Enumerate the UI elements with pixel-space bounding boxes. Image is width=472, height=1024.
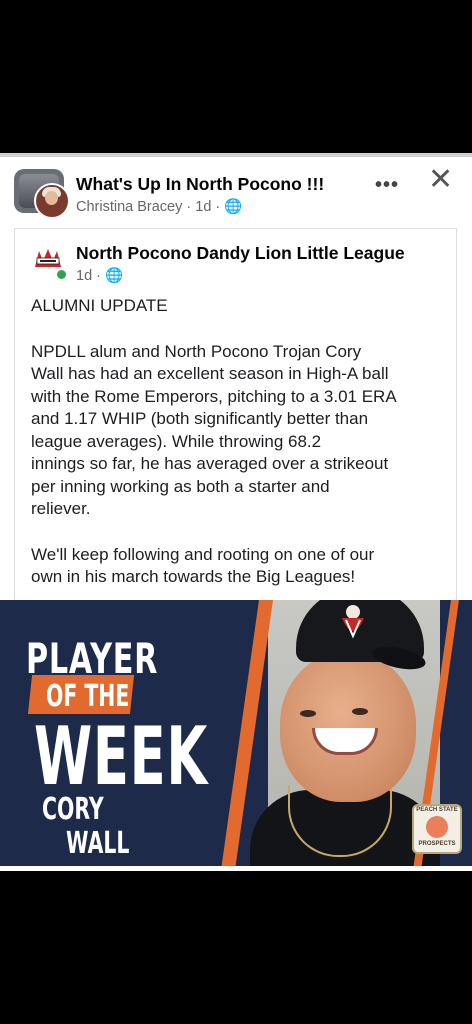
player-of-week-image[interactable]: PLAYER OF THE WEEK CORY WALL PEACH STATE… [0,600,472,866]
card-top-border [0,153,472,157]
peach-state-prospects-logo: PEACH STATE PROSPECTS [412,804,462,854]
page-logo-icon[interactable] [33,247,63,271]
graphic-title-week: WEEK [34,710,208,803]
group-name[interactable]: What's Up In North Pocono !!! [76,174,324,195]
post-paragraph: NPDLL alum and North Pocono Trojan Cory … [31,341,397,519]
more-icon[interactable]: ••• [375,174,399,197]
author-avatar[interactable] [34,183,70,219]
page-name[interactable]: North Pocono Dandy Lion Little League [76,243,405,264]
post-card: What's Up In North Pocono !!! Christina … [0,153,472,871]
page-meta[interactable]: 1d · 🌐 [76,267,123,284]
graphic-title-of-the: OF THE [46,679,130,714]
post-body: ALUMNI UPDATE NPDLL alum and North Pocon… [31,295,451,612]
top-black-area [0,0,472,153]
online-status-icon [56,269,67,280]
team-logo-icon [342,605,364,639]
player-first-name: CORY [42,792,104,827]
shared-post[interactable]: North Pocono Dandy Lion Little League 1d… [14,228,457,619]
player-last-name: WALL [66,826,130,861]
player-face [280,652,416,802]
bottom-black-area [0,871,472,1024]
post-paragraph: We'll keep following and rooting on one … [31,544,375,587]
peach-icon [426,816,448,838]
post-paragraph: ALUMNI UPDATE [31,296,168,315]
close-icon[interactable]: ✕ [428,165,453,195]
post-meta[interactable]: Christina Bracey · 1d · 🌐 [76,198,242,215]
